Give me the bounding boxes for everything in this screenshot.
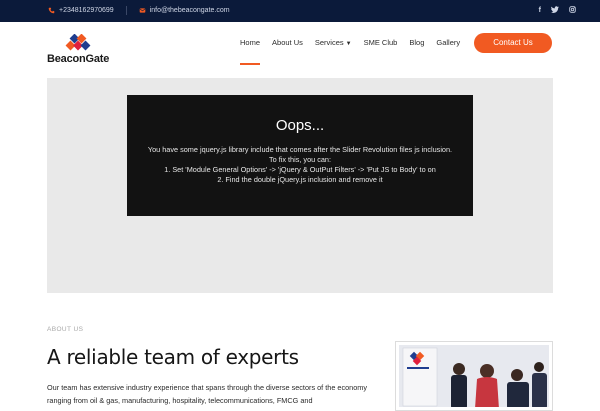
top-contact: +2348162970699 info@thebeacongate.com (48, 6, 230, 15)
error-message: You have some jquery.js library include … (127, 145, 473, 185)
nav-item-services[interactable]: Services ▼ (315, 38, 352, 49)
team-photo-illustration (399, 345, 549, 407)
section-title: A reliable team of experts (47, 345, 299, 369)
team-photo (395, 341, 553, 411)
email-address: info@thebeacongate.com (149, 7, 230, 14)
error-line: To fix this, you can: (268, 155, 332, 164)
logo-text: BeaconGate (47, 53, 110, 65)
error-line: 1. Set 'Module General Options' -> 'jQue… (164, 165, 436, 174)
nav-item-home[interactable]: Home (240, 38, 261, 65)
email-contact[interactable]: info@thebeacongate.com (139, 7, 230, 14)
team-photo-image (399, 345, 549, 407)
slider-error-box: Oops... You have some jquery.js library … (127, 95, 473, 216)
section-label: ABOUT US (47, 326, 84, 333)
email-icon (139, 8, 146, 13)
facebook-icon[interactable]: f (539, 6, 541, 16)
error-title: Oops... (275, 117, 325, 134)
nav-item-blog[interactable]: Blog (409, 38, 424, 49)
nav-item-sme-club[interactable]: SME Club (364, 38, 398, 49)
section-body: Our team has extensive industry experien… (47, 383, 368, 405)
error-line: You have some jquery.js library include … (147, 145, 453, 154)
site-header: BeaconGate Home About Us Services ▼ SME C… (0, 22, 600, 77)
hero-slider: Oops... You have some jquery.js library … (47, 78, 553, 293)
nav-item-gallery[interactable]: Gallery (436, 38, 460, 49)
contact-us-button[interactable]: Contact Us (474, 33, 552, 53)
divider (125, 6, 127, 15)
top-bar: +2348162970699 info@thebeacongate.com f (0, 0, 600, 22)
phone-icon (48, 7, 55, 14)
instagram-icon[interactable] (569, 6, 576, 16)
chevron-down-icon: ▼ (345, 41, 352, 47)
social-links: f (539, 6, 576, 16)
main-nav: Home About Us Services ▼ SME Club Blog Ga… (240, 38, 460, 65)
phone-contact[interactable]: +2348162970699 (48, 7, 114, 14)
site-logo[interactable]: BeaconGate (47, 34, 117, 70)
phone-number: +2348162970699 (59, 7, 114, 14)
twitter-icon[interactable] (551, 6, 559, 16)
nav-item-services-label: Services (314, 38, 344, 47)
nav-item-about-us[interactable]: About Us (272, 38, 303, 49)
error-line: 2. Find the double jQuery.js inclusion a… (217, 175, 383, 184)
beacongate-logo-mark (65, 34, 91, 51)
